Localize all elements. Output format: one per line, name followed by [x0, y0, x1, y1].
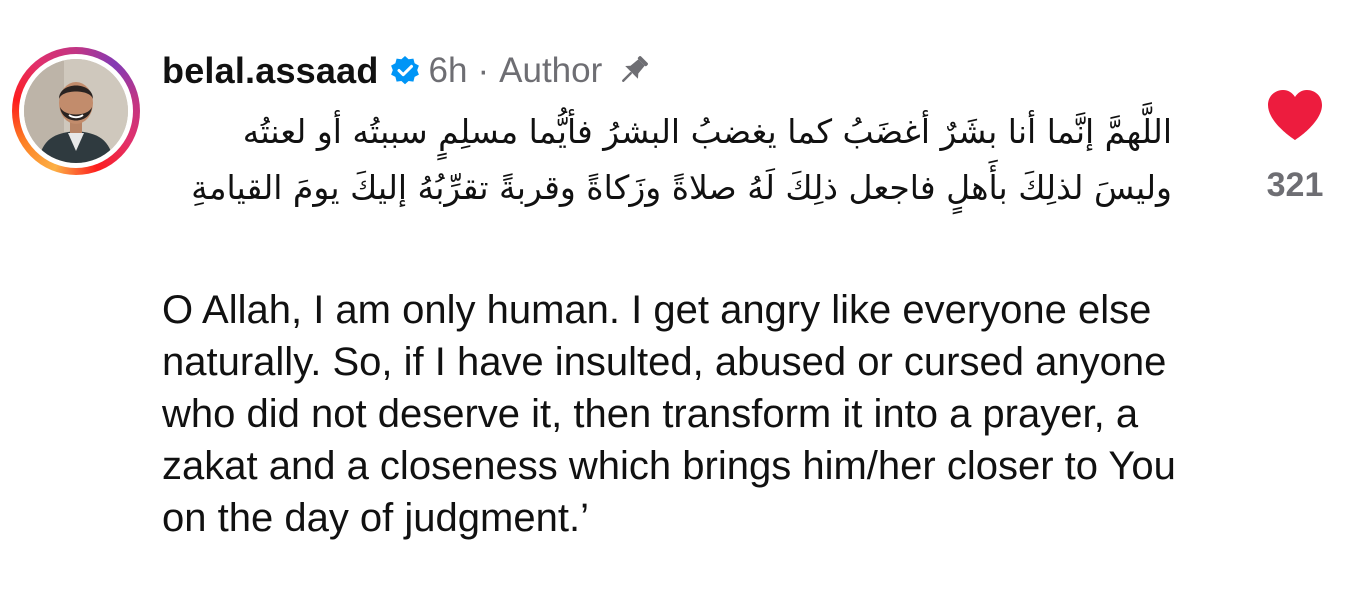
like-count: 321	[1266, 166, 1324, 204]
verified-badge-icon	[390, 56, 419, 85]
heart-icon[interactable]	[1265, 88, 1325, 142]
like-control: 321	[1255, 88, 1335, 205]
comment: belal.assaad 6h · Author اللَّهمَّ إنَّم…	[0, 0, 1366, 613]
avatar-story-ring[interactable]	[12, 47, 140, 175]
pin-icon	[622, 56, 649, 82]
meta-separator: ·	[477, 51, 490, 90]
avatar-photo	[24, 59, 128, 163]
comment-time: 6h	[428, 51, 468, 90]
avatar[interactable]	[24, 59, 128, 163]
comment-english-text: O Allah, I am only human. I get angry li…	[162, 288, 1176, 540]
author-label: Author	[499, 51, 603, 90]
comment-arabic-text: اللَّهمَّ إنَّما أنا بشَرٌ أغضَبُ كما يغ…	[191, 112, 1172, 207]
username[interactable]: belal.assaad	[162, 50, 379, 92]
comment-header: belal.assaad 6h · Author	[162, 46, 652, 96]
